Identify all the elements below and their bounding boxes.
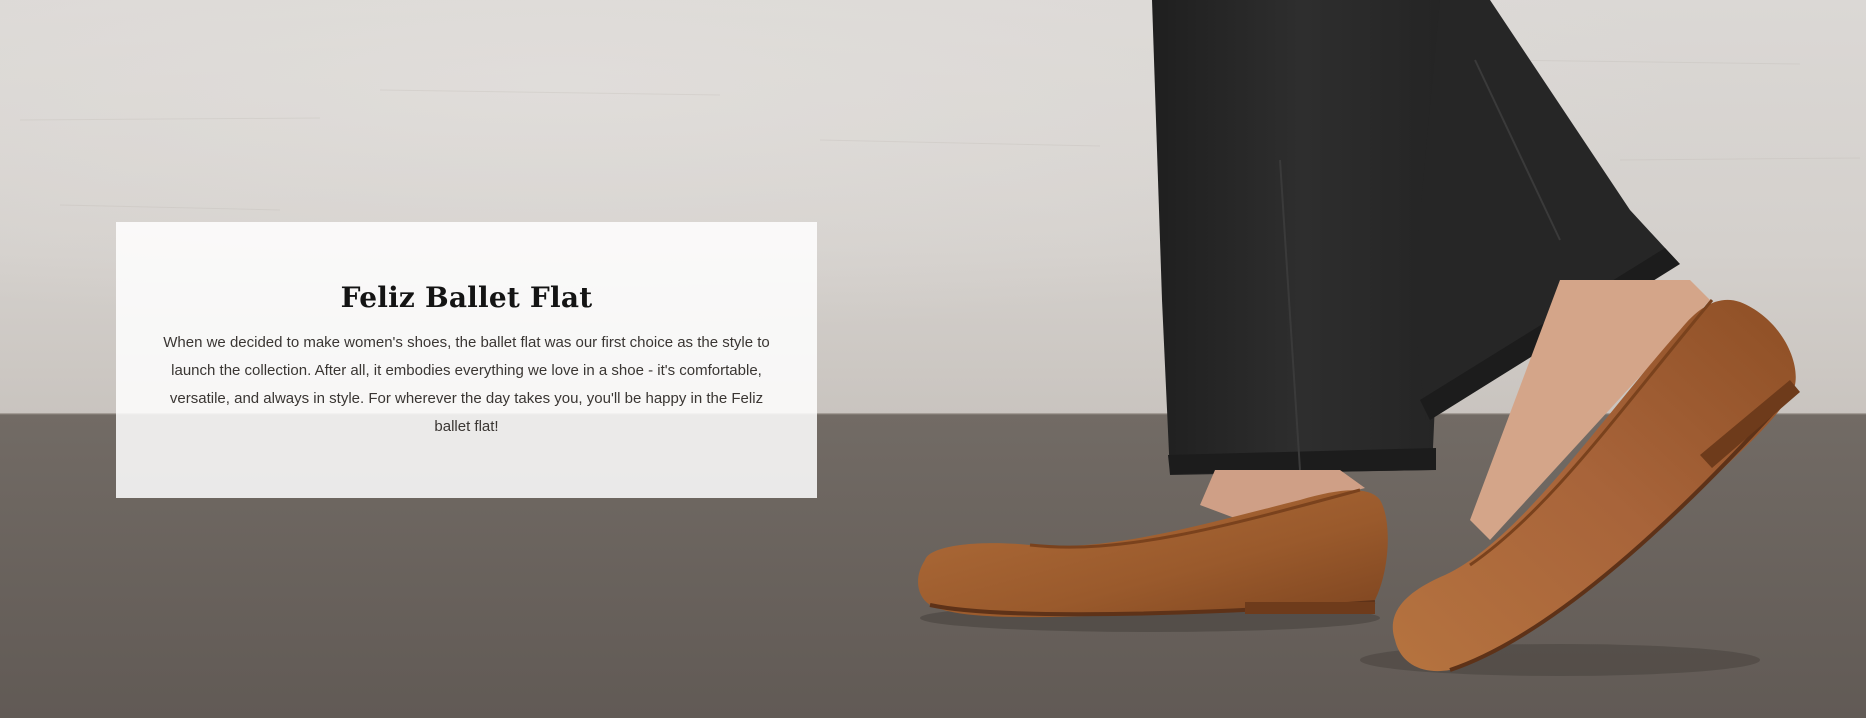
hero-banner: Feliz Ballet Flat When we decided to mak…: [0, 0, 1866, 718]
product-description: When we decided to make women's shoes, t…: [163, 334, 770, 435]
product-title: Feliz Ballet Flat: [340, 281, 593, 314]
product-intro-card: Feliz Ballet Flat When we decided to mak…: [116, 222, 817, 498]
